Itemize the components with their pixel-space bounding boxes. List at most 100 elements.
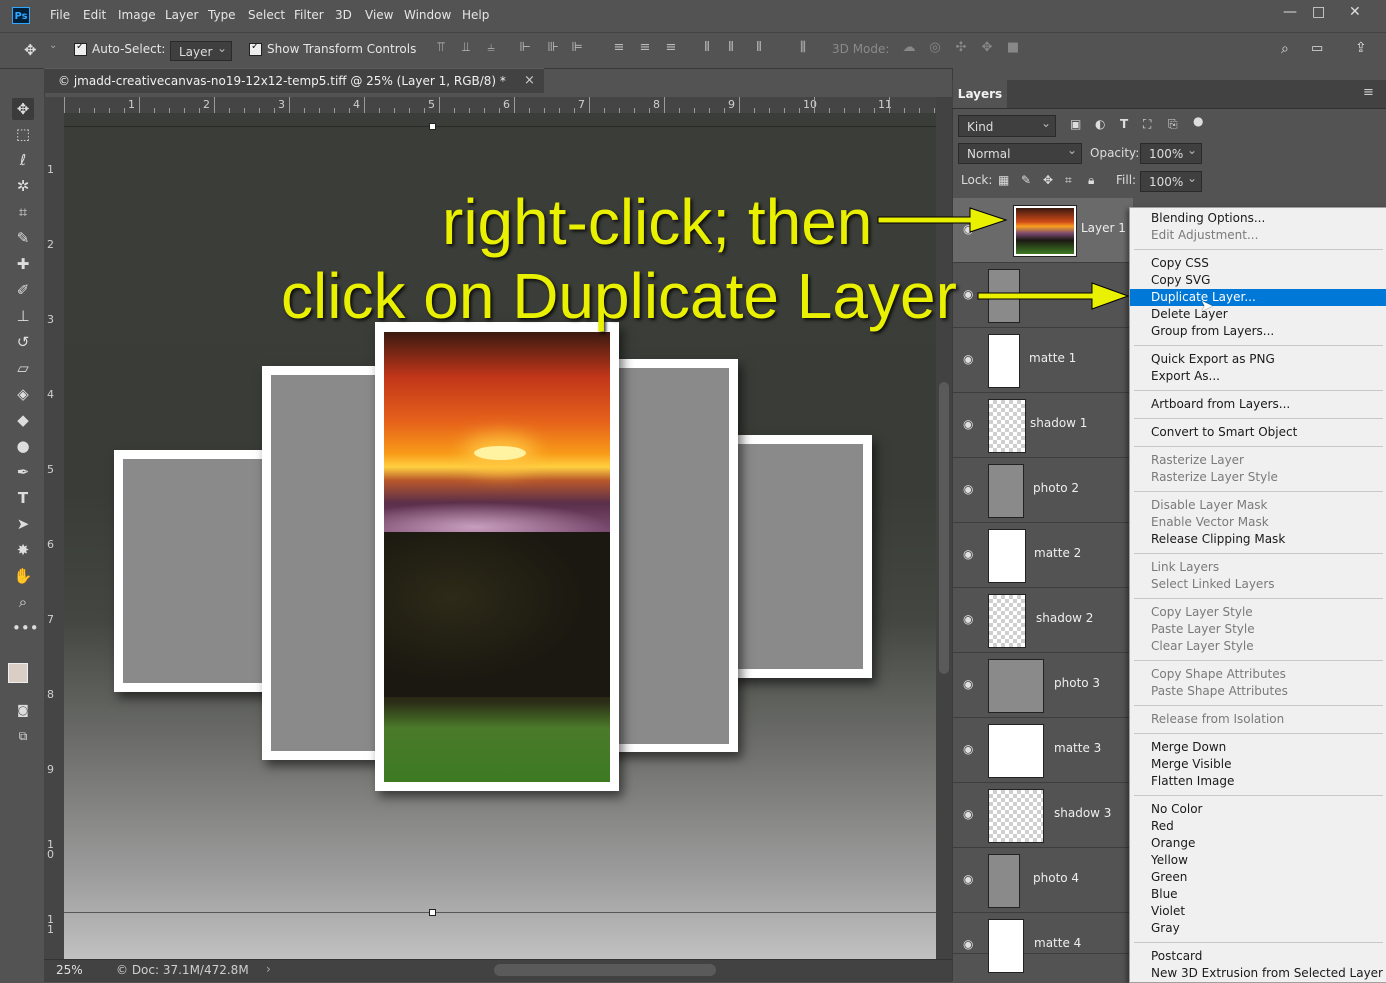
layer-thumbnail[interactable]: [988, 919, 1024, 973]
menu-window[interactable]: Window: [404, 8, 451, 22]
layer-thumbnail[interactable]: [988, 594, 1026, 648]
context-menu-item-violet[interactable]: Violet: [1130, 903, 1386, 920]
menu-help[interactable]: Help: [462, 8, 489, 22]
filter-kind-dropdown[interactable]: Kind: [958, 112, 1056, 137]
context-menu-item-red[interactable]: Red: [1130, 818, 1386, 835]
lock-all-icon[interactable]: 🔒︎: [1088, 173, 1094, 188]
visibility-eye-icon[interactable]: ◉: [963, 482, 973, 496]
align-distribute-icon[interactable]: ⫼: [796, 40, 810, 56]
show-transform-checkbox[interactable]: [249, 41, 262, 56]
layer-thumbnail[interactable]: [988, 334, 1020, 388]
3d-mode-icon[interactable]: ✥: [980, 40, 994, 56]
filter-smart-object-icon[interactable]: ⎘: [1168, 117, 1178, 132]
visibility-eye-icon[interactable]: ◉: [963, 742, 973, 756]
context-menu-item-gray[interactable]: Gray: [1130, 920, 1386, 937]
context-menu-item-merge-visible[interactable]: Merge Visible: [1130, 756, 1386, 773]
menu-type[interactable]: Type: [208, 8, 236, 22]
align-distribute-icon[interactable]: ⊩: [518, 40, 532, 56]
filter-shape-icon[interactable]: ⛶: [1143, 117, 1151, 132]
layer-name[interactable]: shadow 1: [1030, 416, 1087, 430]
align-distribute-icon[interactable]: ⦀: [752, 40, 766, 56]
align-distribute-icon[interactable]: ⫫: [459, 40, 473, 56]
dodge-tool-icon[interactable]: ●: [12, 435, 34, 457]
align-distribute-icon[interactable]: ≡: [612, 40, 626, 56]
context-menu-item-blending-options[interactable]: Blending Options...: [1130, 210, 1386, 227]
maximize-button[interactable]: □: [1312, 4, 1325, 20]
path-selection-tool-icon[interactable]: ➤: [12, 513, 34, 535]
3d-mode-icon[interactable]: ■: [1006, 40, 1020, 56]
document-tab[interactable]: © jmadd-creativecanvas-no19-12x12-temp5.…: [44, 68, 544, 93]
layer-row[interactable]: ◉ shadow 3: [953, 783, 1133, 848]
layer-name[interactable]: shadow 2: [1036, 611, 1093, 625]
visibility-eye-icon[interactable]: ◉: [963, 417, 973, 431]
context-menu-item-quick-export-as-png[interactable]: Quick Export as PNG: [1130, 351, 1386, 368]
lock-position-icon[interactable]: ✥: [1043, 173, 1053, 187]
menu-file[interactable]: File: [50, 8, 70, 22]
visibility-eye-icon[interactable]: ◉: [963, 677, 973, 691]
visibility-eye-icon[interactable]: ◉: [963, 352, 973, 366]
eraser-tool-icon[interactable]: ▱: [12, 357, 34, 379]
menu-3d[interactable]: 3D: [335, 8, 352, 22]
auto-select-checkbox[interactable]: [74, 41, 87, 56]
fill-field[interactable]: 100%: [1140, 168, 1202, 192]
layer-name[interactable]: matte 3: [1054, 741, 1101, 755]
move-tool-icon[interactable]: ✥: [24, 41, 37, 59]
menu-view[interactable]: View: [365, 8, 393, 22]
align-distribute-icon[interactable]: ⊪: [546, 40, 560, 56]
layer-thumbnail[interactable]: [988, 724, 1044, 778]
more-tools-icon[interactable]: •••: [12, 617, 39, 639]
layer-row[interactable]: ◉ shadow 1: [953, 393, 1133, 458]
photo-4-placeholder[interactable]: [123, 459, 265, 683]
layer-thumbnail[interactable]: [988, 464, 1024, 518]
visibility-eye-icon[interactable]: ◉: [963, 547, 973, 561]
custom-shape-tool-icon[interactable]: ✸: [12, 539, 34, 561]
layer-thumbnail[interactable]: [988, 659, 1044, 713]
context-menu-item-blue[interactable]: Blue: [1130, 886, 1386, 903]
context-menu-item-group-from-layers[interactable]: Group from Layers...: [1130, 323, 1386, 340]
context-menu-item-convert-to-smart-object[interactable]: Convert to Smart Object: [1130, 424, 1386, 441]
filter-toggle-icon[interactable]: ●: [1193, 114, 1203, 128]
align-distribute-icon[interactable]: ≡: [664, 40, 678, 56]
visibility-eye-icon[interactable]: ◉: [963, 807, 973, 821]
pen-tool-icon[interactable]: ✒: [12, 461, 34, 483]
minimize-button[interactable]: —: [1283, 4, 1297, 20]
share-icon[interactable]: ⇪: [1355, 40, 1367, 56]
layer-thumbnail[interactable]: [988, 789, 1044, 843]
context-menu-item-copy-css[interactable]: Copy CSS: [1130, 255, 1386, 272]
context-menu-item-orange[interactable]: Orange: [1130, 835, 1386, 852]
visibility-eye-icon[interactable]: ◉: [963, 872, 973, 886]
auto-select-dropdown[interactable]: Layer: [170, 38, 232, 61]
photo-2-placeholder[interactable]: [271, 375, 381, 751]
eyedropper-tool-icon[interactable]: ✎: [12, 227, 34, 249]
transform-handle[interactable]: [429, 123, 436, 130]
zoom-level[interactable]: 25%: [56, 963, 83, 977]
filter-type-icon[interactable]: T: [1120, 117, 1128, 131]
lock-transparent-icon[interactable]: ▦: [998, 173, 1009, 187]
panel-menu-icon[interactable]: ≡: [1363, 85, 1374, 100]
layer-row[interactable]: ◉ photo 4: [953, 848, 1133, 913]
align-distribute-icon[interactable]: ⫪: [434, 40, 448, 56]
align-distribute-icon[interactable]: ⦀: [700, 40, 714, 56]
layer-name[interactable]: photo 4: [1033, 871, 1079, 885]
align-distribute-icon[interactable]: ⊫: [570, 40, 584, 56]
status-menu-arrow-icon[interactable]: ›: [266, 962, 271, 976]
filter-pixel-icon[interactable]: ▣: [1070, 117, 1081, 131]
3d-mode-icon[interactable]: ✣: [954, 40, 968, 56]
hand-tool-icon[interactable]: ✋: [12, 565, 34, 587]
align-distribute-icon[interactable]: ⦀: [724, 40, 738, 56]
context-menu-item-flatten-image[interactable]: Flatten Image: [1130, 773, 1386, 790]
visibility-eye-icon[interactable]: ◉: [963, 937, 973, 951]
workspace-icon[interactable]: ▭: [1311, 41, 1323, 56]
menu-layer[interactable]: Layer: [165, 8, 198, 22]
tab-layers[interactable]: Layers: [953, 80, 1007, 108]
search-icon[interactable]: ⌕: [1281, 41, 1289, 57]
layer-row[interactable]: ◉ matte 4: [953, 913, 1133, 973]
filter-adjustment-icon[interactable]: ◐: [1095, 117, 1105, 131]
layer-row[interactable]: ◉ photo 2: [953, 458, 1133, 523]
type-tool-icon[interactable]: T: [12, 487, 34, 509]
clone-stamp-tool-icon[interactable]: ⊥: [12, 305, 34, 327]
visibility-eye-icon[interactable]: ◉: [963, 612, 973, 626]
photo-3-placeholder[interactable]: [612, 368, 729, 744]
context-menu-item-duplicate-layer[interactable]: Duplicate Layer...: [1130, 289, 1386, 306]
context-menu-item-postcard[interactable]: Postcard: [1130, 948, 1386, 965]
